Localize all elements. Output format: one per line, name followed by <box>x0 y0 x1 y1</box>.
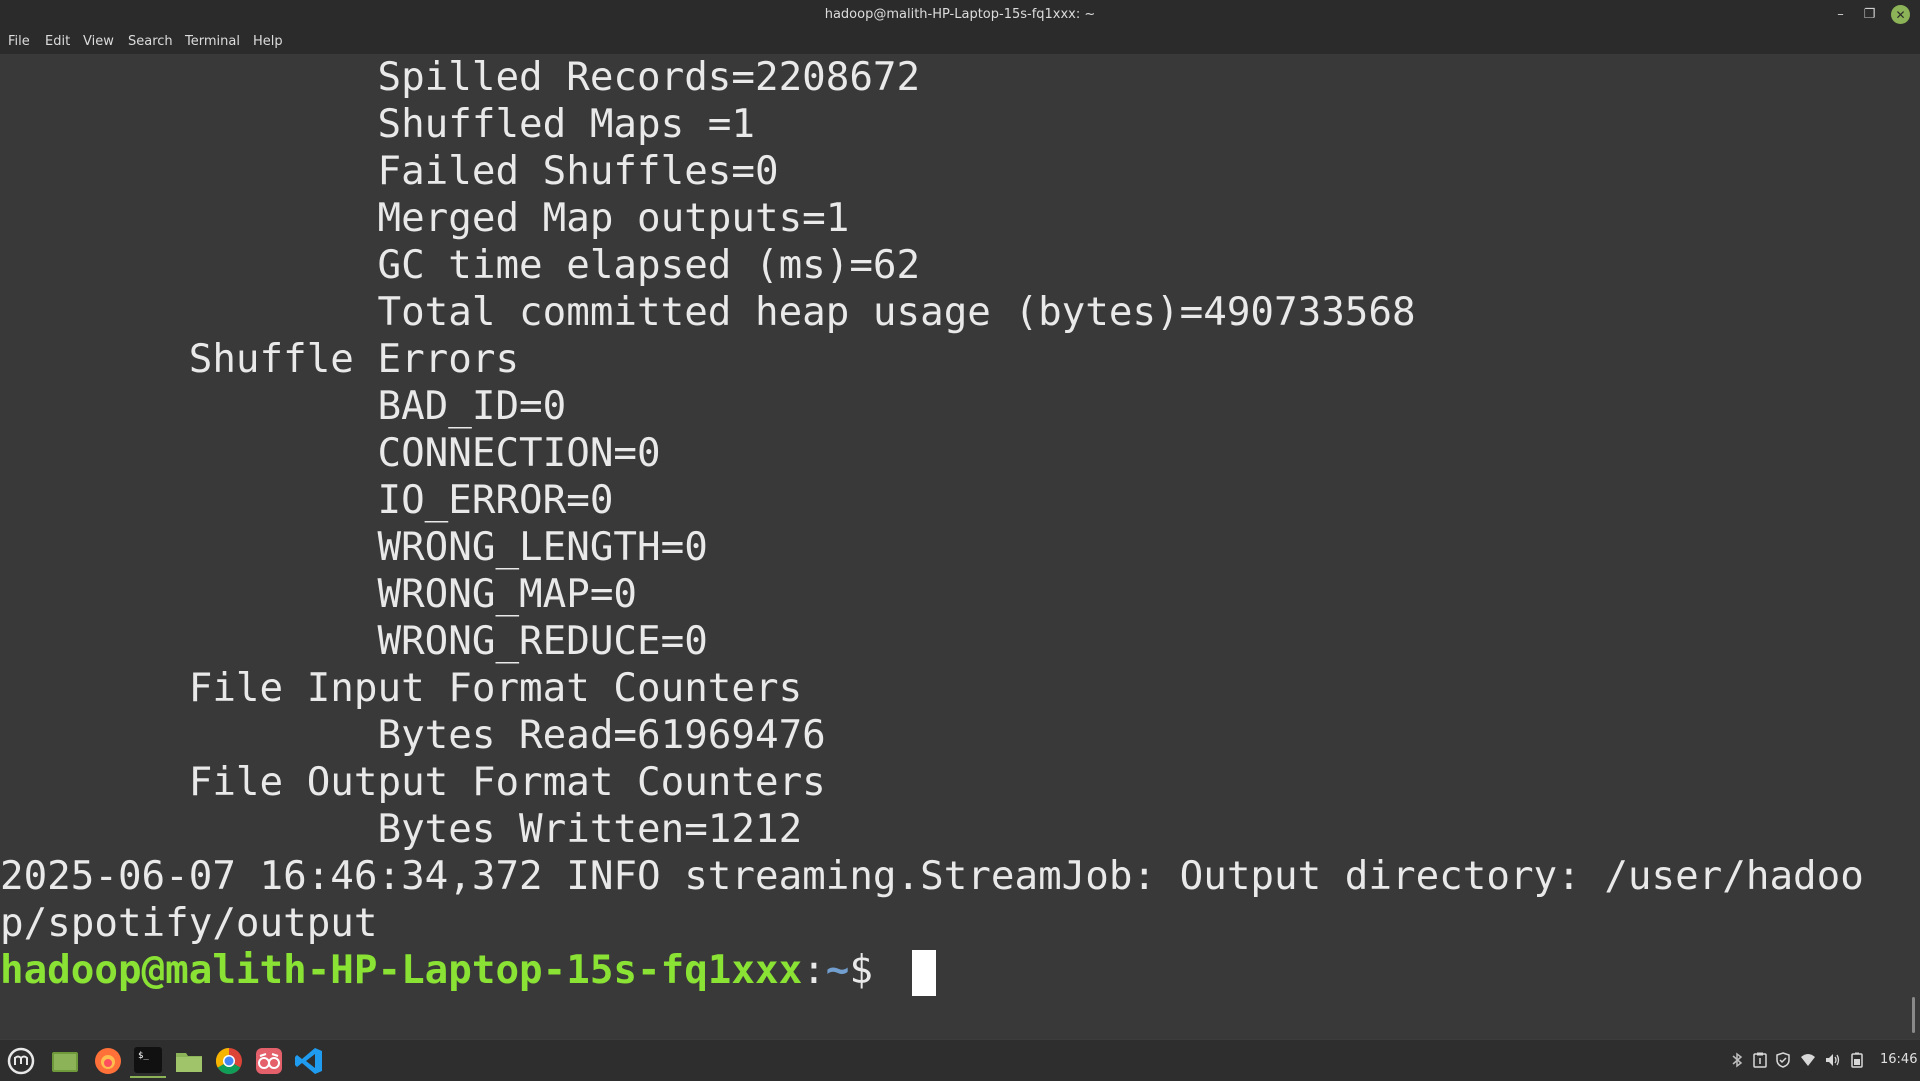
battery-icon <box>1851 1052 1863 1068</box>
firefox-icon <box>95 1048 121 1074</box>
menu-terminal[interactable]: Terminal <box>185 34 240 49</box>
files-button[interactable] <box>171 1044 207 1078</box>
show-desktop-icon <box>52 1052 78 1072</box>
close-icon: ✕ <box>1895 7 1906 22</box>
prompt-separator: : <box>802 948 826 993</box>
reader-icon <box>256 1048 282 1074</box>
clock[interactable]: 16:46 <box>1880 1052 1917 1067</box>
shield-tray[interactable] <box>1775 1052 1791 1068</box>
terminal-line: Bytes Written=1212 <box>0 807 803 852</box>
terminal-line: CONNECTION=0 <box>0 431 661 476</box>
window-title: hadoop@malith-HP-Laptop-15s-fq1xxx: ~ <box>824 7 1096 22</box>
terminal-line: Spilled Records=2208672 <box>0 55 921 100</box>
taskbar: $_ 16:46 <box>0 1039 1920 1081</box>
terminal-output[interactable]: Spilled Records=2208672 Shuffled Maps =1… <box>0 54 1920 1039</box>
volume-icon <box>1826 1054 1840 1066</box>
vscode-button[interactable] <box>291 1044 327 1078</box>
terminal-line: File Input Format Counters <box>0 666 803 711</box>
wifi-icon <box>1801 1054 1815 1066</box>
maximize-icon: ❐ <box>1863 7 1876 22</box>
minimize-button[interactable]: – <box>1831 5 1850 24</box>
wifi-tray[interactable] <box>1800 1052 1816 1068</box>
prompt-user-host: hadoop@malith-HP-Laptop-15s-fq1xxx <box>0 948 803 993</box>
terminal-line: Bytes Read=61969476 <box>0 713 826 758</box>
shield-icon <box>1776 1052 1790 1068</box>
svg-text:$_: $_ <box>138 1051 149 1061</box>
terminal-icon: $_ <box>134 1047 162 1073</box>
menu-bar: File Edit View Search Terminal Help <box>0 29 1920 54</box>
terminal-line: Total committed heap usage (bytes)=49073… <box>0 290 1416 335</box>
prompt-symbol: $ <box>849 948 897 993</box>
menu-view[interactable]: View <box>83 34 114 49</box>
terminal-line: IO_ERROR=0 <box>0 478 614 523</box>
firefox-button[interactable] <box>90 1044 126 1078</box>
clipboard-icon <box>1753 1052 1767 1068</box>
bluetooth-icon <box>1732 1052 1743 1068</box>
bluetooth-tray[interactable] <box>1729 1052 1745 1068</box>
chrome-icon <box>215 1047 242 1075</box>
terminal-line: Shuffled Maps =1 <box>0 102 755 147</box>
menu-edit[interactable]: Edit <box>45 34 70 49</box>
terminal-line: BAD_ID=0 <box>0 384 567 429</box>
terminal-cursor <box>912 950 936 996</box>
chrome-button[interactable] <box>211 1044 247 1078</box>
menu-file[interactable]: File <box>8 34 30 49</box>
menu-help[interactable]: Help <box>253 34 283 49</box>
terminal-line: Merged Map outputs=1 <box>0 196 850 241</box>
terminal-scrollbar[interactable] <box>1912 997 1915 1033</box>
terminal-line: File Output Format Counters <box>0 760 826 805</box>
prompt-path: ~ <box>825 948 850 993</box>
terminal-line: WRONG_LENGTH=0 <box>0 525 708 570</box>
close-button[interactable]: ✕ <box>1891 5 1910 24</box>
minimize-icon: – <box>1837 7 1844 22</box>
vscode-icon <box>295 1048 322 1074</box>
reader-button[interactable] <box>251 1044 287 1078</box>
clipboard-tray[interactable] <box>1752 1052 1768 1068</box>
terminal-button[interactable]: $_ <box>130 1044 166 1078</box>
shell-prompt: hadoop@malith-HP-Laptop-15s-fq1xxx:~$ <box>0 947 897 994</box>
terminal-line: WRONG_MAP=0 <box>0 572 638 617</box>
terminal-line: Failed Shuffles=0 <box>0 149 779 194</box>
mint-menu-icon <box>7 1047 35 1075</box>
terminal-line: WRONG_REDUCE=0 <box>0 619 708 664</box>
files-icon <box>176 1053 202 1072</box>
battery-tray[interactable] <box>1849 1052 1865 1068</box>
maximize-button[interactable]: ❐ <box>1860 5 1879 24</box>
mint-menu-button[interactable] <box>3 1044 39 1078</box>
terminal-line: GC time elapsed (ms)=62 <box>0 243 921 288</box>
show-desktop-button[interactable] <box>47 1044 83 1078</box>
menu-search[interactable]: Search <box>128 34 173 49</box>
window-titlebar[interactable]: hadoop@malith-HP-Laptop-15s-fq1xxx: ~ – … <box>0 0 1920 29</box>
volume-tray[interactable] <box>1825 1052 1841 1068</box>
terminal-line: Shuffle Errors <box>0 337 520 382</box>
terminal-line: p/spotify/output <box>0 901 378 946</box>
terminal-line: 2025-06-07 16:46:34,372 INFO streaming.S… <box>0 854 1864 899</box>
